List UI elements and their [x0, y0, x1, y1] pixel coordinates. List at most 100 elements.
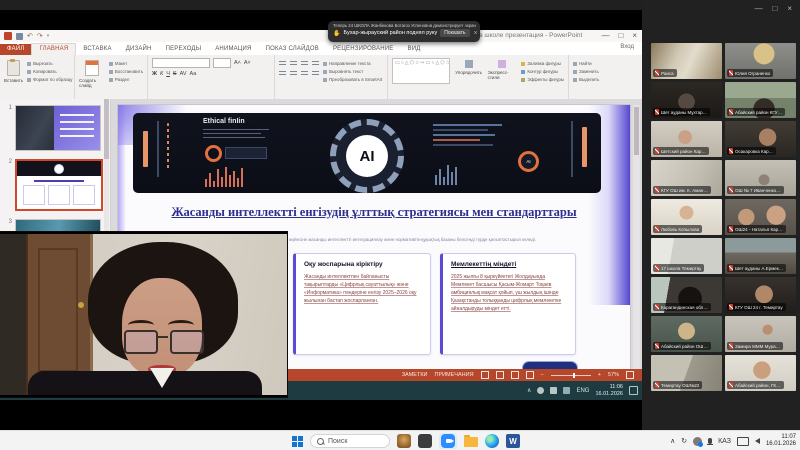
align-right-icon[interactable] — [301, 71, 308, 77]
format-painter-button[interactable]: Формат по образцу — [27, 77, 72, 82]
edge-browser-icon[interactable] — [485, 434, 499, 448]
slide-thumbnail-2-selected[interactable] — [15, 159, 103, 211]
copy-button[interactable]: Копировать — [27, 69, 72, 74]
justify-icon[interactable] — [312, 71, 319, 77]
tray-mic-icon[interactable] — [550, 387, 558, 394]
numbering-icon[interactable] — [290, 61, 297, 67]
font-size-select[interactable] — [213, 58, 231, 68]
shapes-gallery[interactable]: ▭○△⬠☆⇨▭○△⬠☆⇨▭○△ — [392, 58, 450, 84]
shape-outline-button[interactable]: Контур фигуры — [521, 69, 564, 74]
tab-design[interactable]: ДИЗАЙН — [119, 44, 159, 55]
tab-animations[interactable]: АНИМАЦИЯ — [208, 44, 258, 55]
maximize-button[interactable]: □ — [618, 31, 623, 40]
char-spacing-button[interactable]: AV — [180, 71, 187, 77]
comments-button[interactable]: ПРИМЕЧАНИЯ — [434, 372, 473, 378]
slide-thumbnail-1[interactable] — [15, 105, 101, 151]
participant-tile[interactable]: 17 школа Темиртау — [651, 238, 722, 274]
section-button[interactable]: Раздел — [108, 77, 143, 82]
tray-chevron-icon[interactable]: ∧ — [527, 387, 531, 394]
taskbar-search[interactable]: Поиск — [310, 434, 390, 448]
grow-font-icon[interactable]: A˄ — [234, 60, 241, 66]
participant-tile[interactable]: Абайский район ОШ… — [651, 316, 722, 352]
indent-icon[interactable] — [301, 61, 308, 67]
close-button[interactable]: × — [632, 31, 637, 40]
participant-tile[interactable]: Любовь Копылова — [651, 199, 722, 235]
redo-icon[interactable]: ↷ — [37, 32, 43, 40]
tab-insert[interactable]: ВСТАВКА — [76, 44, 118, 55]
shared-language-indicator[interactable]: ENG — [576, 388, 589, 394]
close-button[interactable]: × — [787, 4, 792, 13]
text-direction-button[interactable]: Направление текста — [323, 61, 382, 66]
paste-button[interactable]: Вставить — [4, 58, 23, 102]
start-button[interactable] — [292, 435, 303, 447]
cut-button[interactable]: Вырезать — [27, 61, 72, 66]
tab-home[interactable]: ГЛАВНАЯ — [31, 43, 77, 55]
participant-tile[interactable]: ОШ24 - Наталья Кар… — [725, 199, 796, 235]
select-button[interactable]: Выделить — [573, 77, 599, 82]
participant-tile[interactable]: Юлия Ограненко — [725, 43, 796, 79]
tray-app-icon[interactable] — [537, 387, 545, 394]
new-slide-button[interactable]: Создать слайд — [79, 58, 105, 102]
undo-icon[interactable]: ↶ — [27, 32, 33, 40]
tab-view[interactable]: ВИД — [401, 44, 428, 55]
participant-tile[interactable]: КГУ ОШ им. К. Аман… — [651, 160, 722, 196]
italic-button[interactable]: К — [160, 71, 163, 77]
tray-display-icon[interactable] — [736, 436, 749, 446]
participant-tile[interactable]: Карагандинская обл… — [651, 277, 722, 313]
participant-tile[interactable]: КГУ ОШ 24 г. Темиртау — [725, 277, 796, 313]
reset-button[interactable]: Восстановить — [108, 69, 143, 74]
tray-sync-icon[interactable]: ↻ — [681, 437, 687, 445]
tab-review[interactable]: РЕЦЕНЗИРОВАНИЕ — [326, 44, 401, 55]
tray-volume-icon[interactable] — [754, 438, 760, 444]
quick-styles-button[interactable]: Экспресс-стили — [488, 58, 518, 102]
toast-show-button[interactable]: Показать — [440, 29, 470, 37]
participant-tile[interactable]: Абайский район, ГК… — [725, 355, 796, 391]
align-text-button[interactable]: Выровнять текст — [323, 69, 382, 74]
shape-effects-button[interactable]: Эффекты фигуры — [521, 77, 564, 82]
participant-tile[interactable]: Шетский район Кар… — [651, 121, 722, 157]
participant-tile[interactable]: ОШ № 7 Иванченко… — [725, 160, 796, 196]
participant-tile[interactable]: Абайский район КГУ… — [725, 82, 796, 118]
align-center-icon[interactable] — [290, 71, 297, 77]
change-case-button[interactable]: Аа — [190, 71, 197, 77]
zoom-level[interactable]: 57% — [608, 372, 619, 378]
sign-in-link[interactable]: Вход — [620, 44, 634, 50]
speaker-video-overlay[interactable] — [0, 231, 288, 398]
eagle-app-icon[interactable] — [397, 434, 411, 448]
slideshow-icon[interactable] — [525, 371, 534, 379]
participant-tile[interactable]: Темиртау ОШ№22 — [651, 355, 722, 391]
replace-button[interactable]: Заменить — [573, 69, 599, 74]
participant-tile[interactable]: Раиса — [651, 43, 722, 79]
save-icon[interactable] — [16, 32, 23, 40]
minimize-button[interactable]: — — [754, 4, 762, 13]
participant-tile[interactable]: Осакаровка Кар… — [725, 121, 796, 157]
file-explorer-icon[interactable] — [464, 435, 478, 447]
tray-network-icon[interactable] — [563, 387, 571, 394]
tab-file[interactable]: ФАЙЛ — [0, 44, 32, 55]
shared-clock[interactable]: 11:06 16.01.2026 — [595, 384, 623, 398]
maximize-button[interactable]: □ — [772, 4, 777, 13]
shrink-font-icon[interactable]: A˅ — [244, 60, 251, 66]
tray-chevron-icon[interactable]: ∧ — [670, 437, 675, 445]
align-left-icon[interactable] — [279, 71, 286, 77]
taskbar-clock[interactable]: 11:07 16.01.2026 — [766, 434, 796, 449]
arrange-button[interactable]: Упорядочить — [454, 58, 484, 102]
smartart-button[interactable]: Преобразовать в SmartArt — [323, 77, 382, 82]
bullets-icon[interactable] — [279, 61, 286, 67]
dark-app-icon[interactable] — [418, 434, 432, 448]
qat-customize-icon[interactable]: ▾ — [47, 33, 50, 39]
find-button[interactable]: Найти — [573, 61, 599, 66]
bold-button[interactable]: Ж — [152, 71, 157, 77]
fit-to-window-icon[interactable] — [626, 371, 634, 379]
tab-slideshow[interactable]: ПОКАЗ СЛАЙДОВ — [259, 44, 326, 55]
participant-tile[interactable]: Шет ауданы А.Ермек… — [725, 238, 796, 274]
zoom-app-active[interactable] — [439, 433, 457, 449]
notification-icon[interactable] — [629, 386, 638, 395]
reading-view-icon[interactable] — [510, 371, 519, 379]
slide-sorter-icon[interactable] — [495, 371, 504, 379]
language-indicator[interactable]: КАЗ — [718, 438, 731, 445]
normal-view-icon[interactable] — [480, 371, 489, 379]
tray-browser-badge-icon[interactable] — [693, 436, 704, 447]
toast-close-icon[interactable]: × — [474, 30, 478, 37]
strikethrough-button[interactable]: S — [173, 71, 177, 77]
